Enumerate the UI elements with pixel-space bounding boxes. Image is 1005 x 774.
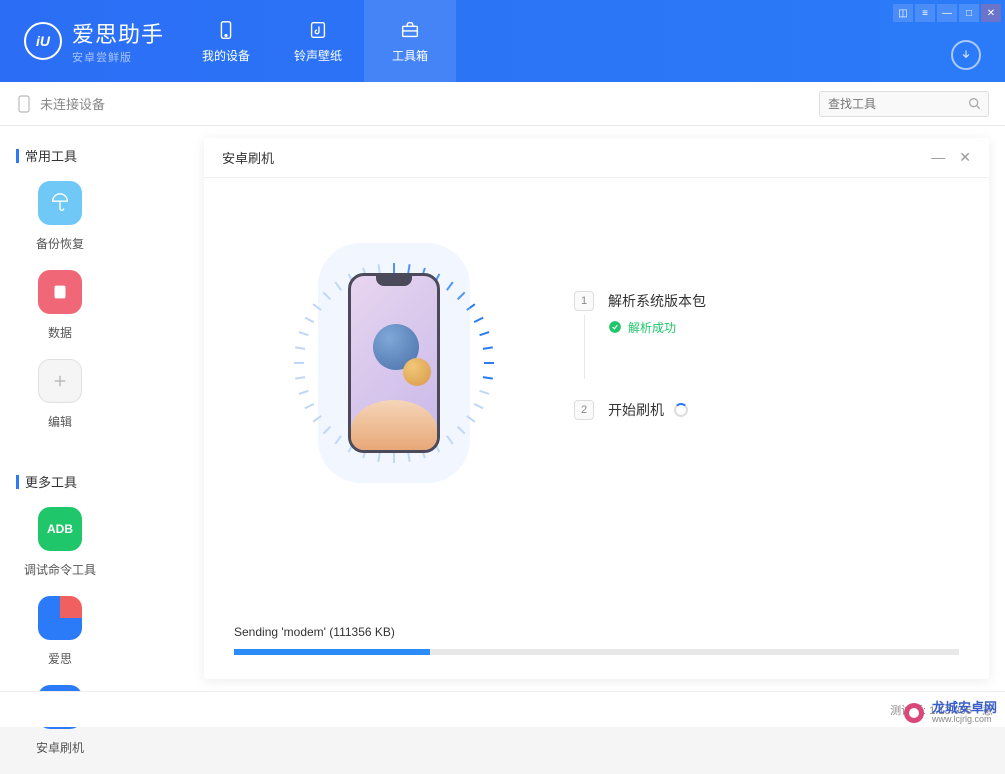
nav-my-device[interactable]: 我的设备 [180,0,272,82]
tool-backup-restore[interactable]: 备份恢复 [16,181,104,252]
main-body: 常用工具 备份恢复 数据 编辑 [0,126,1005,691]
tool-label: 调试命令工具 [24,561,96,578]
panel-body: 1 解析系统版本包 解析成功 2 开始 [204,178,989,679]
nav-label: 我的设备 [202,47,250,64]
umbrella-icon [38,181,82,225]
minimize-button[interactable]: — [937,4,957,22]
ring-icon [38,596,82,640]
phone-mockup [348,273,440,453]
spinner-icon [674,403,688,417]
phone-icon [215,19,237,41]
maximize-button[interactable]: □ [959,4,979,22]
step-number: 1 [574,291,594,311]
search-icon [967,96,983,112]
panel-title: 安卓刷机 [222,148,274,167]
step-content: 解析系统版本包 解析成功 [608,291,899,336]
download-icon [959,48,973,62]
section-bar [16,475,19,489]
section-header-more: 更多工具 [16,472,184,491]
control-btn-2[interactable]: ≡ [915,4,935,22]
step-status-text: 解析成功 [628,319,676,336]
section-header-common: 常用工具 [16,146,184,165]
step-title: 开始刷机 [608,400,664,420]
nav-ringtone-wallpaper[interactable]: 铃声壁纸 [272,0,364,82]
watermark-url: www.lcjrlg.com [932,715,997,725]
steps-list: 1 解析系统版本包 解析成功 2 开始 [574,291,899,436]
progress-area: Sending 'modem' (111356 KB) [234,625,959,655]
step-number: 2 [574,400,594,420]
tool-label: 数据 [48,324,72,341]
step-content: 开始刷机 [608,400,899,428]
watermark: 龙城安卓网 www.lcjrlg.com [902,701,997,725]
tool-label: 备份恢复 [36,235,84,252]
phone-notch [376,276,412,286]
logo-area: iU 爱思助手 安卓尝鲜版 [0,17,180,65]
watermark-title: 龙城安卓网 [932,701,997,715]
common-tools-grid: 备份恢复 数据 编辑 [16,181,184,448]
logo-text: 爱思助手 安卓尝鲜版 [72,17,164,65]
section-bar [16,149,19,163]
check-icon [608,320,622,334]
step-title-row: 开始刷机 [608,400,899,420]
app-header: iU 爱思助手 安卓尝鲜版 我的设备 铃声壁纸 工具箱 ◫ ≡ — □ ✕ [0,0,1005,82]
logo-icon: iU [24,22,62,60]
nav-label: 铃声壁纸 [294,47,342,64]
more-tools-grid: ADB 调试命令工具 爱思 安卓刷机 [16,507,184,774]
panel-header: 安卓刷机 — ✕ [204,138,989,178]
step-status: 解析成功 [608,319,899,336]
flash-area: 1 解析系统版本包 解析成功 2 开始 [234,208,959,478]
toolbox-icon [399,19,421,41]
watermark-logo-icon [902,701,926,725]
progress-fill [234,649,430,655]
tool-data[interactable]: 数据 [16,270,104,341]
panel-minimize-button[interactable]: — [931,149,945,166]
flash-panel: 安卓刷机 — ✕ [204,138,989,679]
control-btn-1[interactable]: ◫ [893,4,913,22]
tool-adb[interactable]: ADB 调试命令工具 [16,507,104,578]
progress-text: Sending 'modem' (111356 KB) [234,625,959,639]
progress-bar [234,649,959,655]
step-title: 解析系统版本包 [608,291,899,311]
music-icon [307,19,329,41]
step-2: 2 开始刷机 [574,400,899,428]
orb-decoration [403,358,431,386]
step-1: 1 解析系统版本包 解析成功 [574,291,899,336]
watermark-text: 龙城安卓网 www.lcjrlg.com [932,701,997,725]
tool-label: 爱思 [48,650,72,667]
nav-label: 工具箱 [392,47,428,64]
panel-close-button[interactable]: ✕ [959,149,971,166]
section-title: 常用工具 [25,146,77,165]
nav-toolbox[interactable]: 工具箱 [364,0,456,82]
download-button[interactable] [951,40,981,70]
close-button[interactable]: ✕ [981,4,1001,22]
device-status: 未连接设备 [16,94,105,114]
search-wrap [819,91,989,117]
window-controls: ◫ ≡ — □ ✕ [891,4,1001,22]
adb-icon: ADB [38,507,82,551]
tool-label: 安卓刷机 [36,739,84,756]
app-title: 爱思助手 [72,17,164,49]
device-icon [16,94,32,114]
wave-decoration [351,400,437,450]
plus-icon [38,359,82,403]
tool-edit[interactable]: 编辑 [16,359,104,430]
tool-label: 编辑 [48,413,72,430]
data-icon [38,270,82,314]
sub-header: 未连接设备 [0,82,1005,126]
tool-aisi[interactable]: 爱思 [16,596,104,667]
phone-visual [294,248,494,478]
step-connector [584,315,585,379]
sidebar: 常用工具 备份恢复 数据 编辑 [0,126,200,691]
panel-controls: — ✕ [931,149,971,166]
main-nav: 我的设备 铃声壁纸 工具箱 [180,0,456,82]
footer: 测试版: 1.13.005 意 [0,691,1005,727]
app-subtitle: 安卓尝鲜版 [72,49,164,65]
device-status-text: 未连接设备 [40,94,105,113]
section-title: 更多工具 [25,472,77,491]
search-input[interactable] [819,91,989,117]
